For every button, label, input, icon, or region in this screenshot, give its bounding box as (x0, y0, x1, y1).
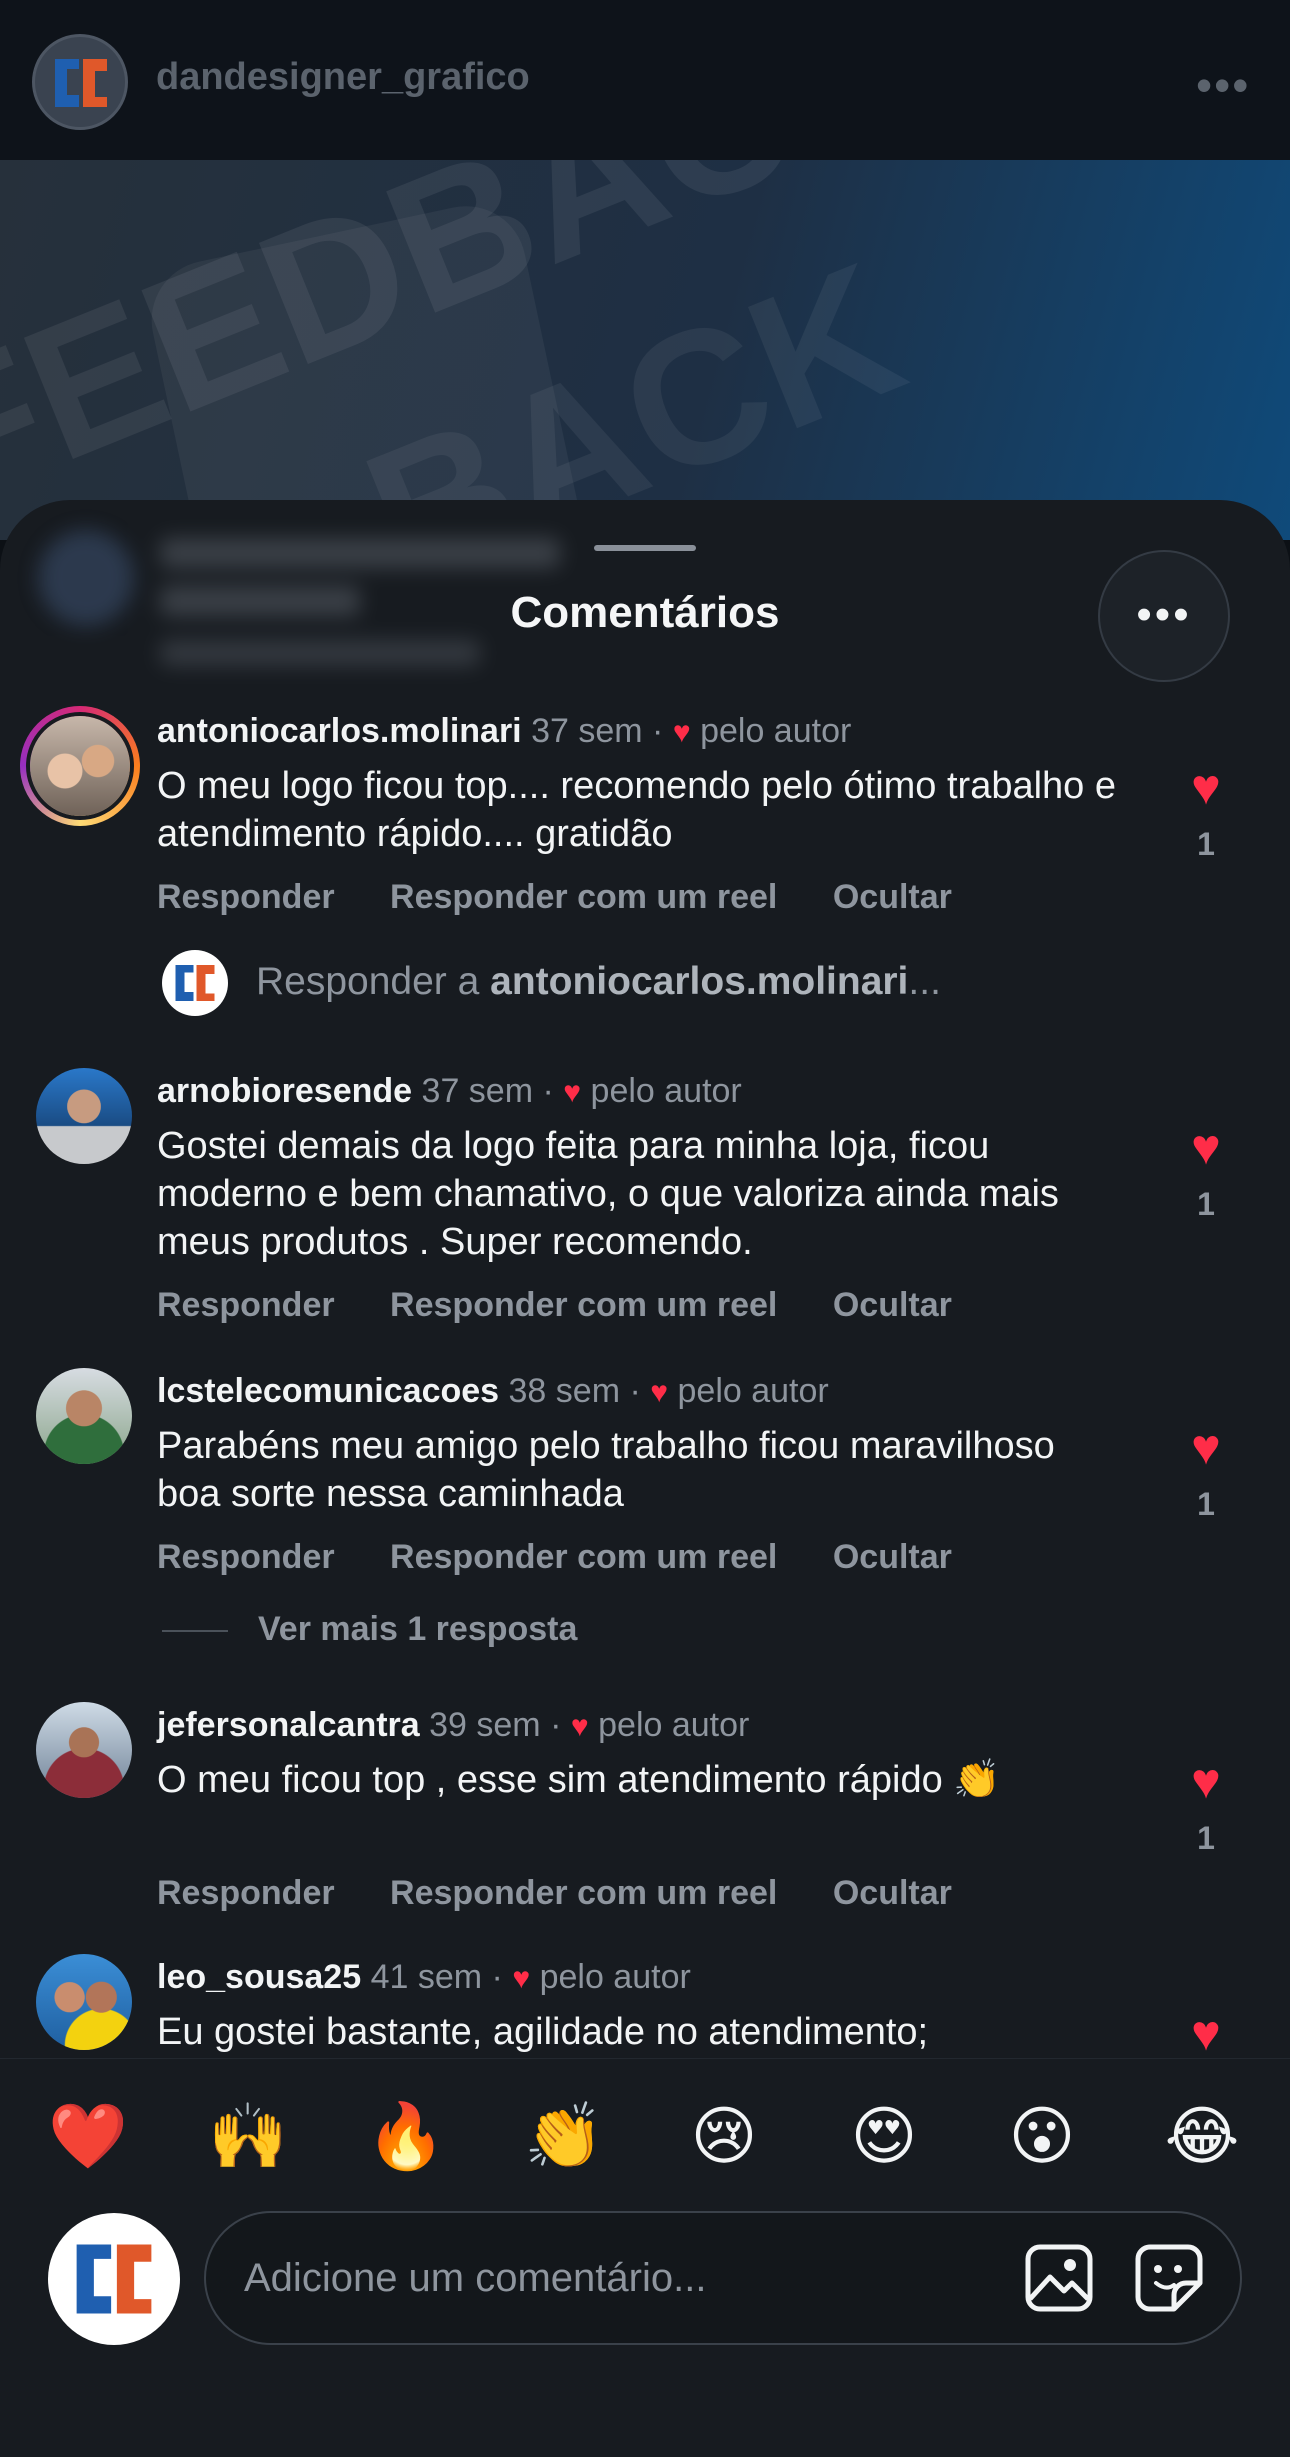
post-header: dandesigner_grafico ••• (0, 0, 1290, 160)
comment-actions: Responder Responder com um reel Ocultar (157, 1286, 998, 1325)
comment-text: O meu logo ficou top.... recomendo pelo … (157, 765, 1116, 855)
reply-button[interactable]: Responder (157, 878, 335, 916)
comment-text: Gostei demais da logo feita para minha l… (157, 1125, 1059, 1263)
comment-username[interactable]: arnobioresende (157, 1072, 412, 1110)
comment-header: arnobioresende 37 sem · ♥ pelo autor (157, 1072, 742, 1110)
sheet-more-button[interactable]: ••• (1098, 550, 1230, 682)
liked-by-author: pelo autor (598, 1706, 750, 1744)
heart-icon[interactable]: ♥ (1178, 2008, 1234, 2058)
comment-actions: Responder Responder com um reel Ocultar (157, 1874, 998, 1913)
liked-by-author: pelo autor (590, 1072, 742, 1110)
comment-header: leo_sousa25 41 sem · ♥ pelo autor (157, 1958, 691, 1996)
liked-by-author: pelo autor (677, 1372, 829, 1410)
comment-like[interactable]: ♥ 1 (1178, 1422, 1234, 1523)
comment-time: 37 sem (531, 712, 643, 750)
liked-by-author: pelo autor (700, 712, 852, 750)
comment-actions: Responder Responder com um reel Ocultar (157, 1538, 998, 1577)
comment-header: jefersonalcantra 39 sem · ♥ pelo autor (157, 1706, 750, 1744)
comment-time: 37 sem (421, 1072, 534, 1110)
emoji-clap[interactable]: 👏 (524, 2097, 604, 2177)
comment-header: antoniocarlos.molinari 37 sem · ♥ pelo a… (157, 712, 852, 750)
author-username[interactable]: dandesigner_grafico (156, 56, 530, 99)
comment-like[interactable]: ♥ 1 (1178, 762, 1234, 863)
author-heart-icon: ♥ (512, 1962, 531, 1995)
emoji-heart[interactable]: ❤️ (48, 2097, 128, 2177)
comment-username[interactable]: lcstelecomunicacoes (157, 1372, 499, 1410)
more-horizontal-icon[interactable]: ••• (1196, 58, 1250, 112)
comment-like[interactable]: ♥ 1 (1178, 1756, 1234, 1857)
commenter-avatar[interactable] (36, 1954, 132, 2050)
comment-text: Parabéns meu amigo pelo trabalho ficou m… (157, 1425, 1055, 1515)
liked-by-author: pelo autor (539, 1958, 691, 1996)
commenter-avatar[interactable] (20, 706, 140, 826)
sheet-title: Comentários (510, 588, 780, 637)
emoji-crying[interactable]: 😢 (684, 2097, 764, 2177)
post-image: FEEDBACK BACK (0, 160, 1290, 540)
reply-button[interactable]: Responder (157, 1538, 335, 1576)
heart-icon[interactable]: ♥ (1178, 1756, 1234, 1806)
hide-button[interactable]: Ocultar (833, 1538, 952, 1576)
reply-with-reel-button[interactable]: Responder com um reel (390, 1538, 777, 1576)
sticker-icon[interactable] (1134, 2243, 1204, 2313)
author-heart-icon: ♥ (563, 1076, 582, 1109)
comment-input[interactable] (244, 2243, 984, 2313)
like-count: 1 (1197, 1486, 1215, 1522)
emoji-surprised[interactable]: 😮 (1002, 2097, 1082, 2177)
sheet-drag-handle[interactable] (594, 545, 696, 551)
emoji-raised-hands[interactable]: 🙌 (208, 2097, 288, 2177)
commenter-avatar[interactable] (36, 1702, 132, 1798)
author-avatar[interactable] (32, 34, 128, 130)
like-count: 1 (1197, 826, 1215, 862)
hide-button[interactable]: Ocultar (833, 1874, 952, 1912)
comment-username[interactable]: leo_sousa25 (157, 1958, 361, 1996)
like-count: 1 (1197, 1186, 1215, 1222)
commenter-avatar[interactable] (36, 1368, 132, 1464)
emoji-laughing[interactable]: 😂 (1162, 2097, 1242, 2177)
image-icon[interactable] (1024, 2243, 1094, 2313)
comment-composer: ❤️ 🙌 🔥 👏 😢 😍 😮 😂 (0, 2058, 1290, 2457)
emoji-heart-eyes[interactable]: 😍 (844, 2097, 924, 2177)
heart-icon[interactable]: ♥ (1178, 1422, 1234, 1472)
view-more-replies[interactable]: Ver mais 1 resposta (162, 1610, 577, 1649)
reply-with-reel-button[interactable]: Responder com um reel (390, 1874, 777, 1912)
comment-time: 41 sem (370, 1958, 483, 1996)
author-heart-icon: ♥ (650, 1376, 669, 1409)
my-avatar (48, 2213, 180, 2345)
like-count: 1 (1197, 1820, 1215, 1856)
comment-input-wrapper (204, 2211, 1242, 2345)
more-horizontal-icon: ••• (1136, 590, 1192, 639)
reply-prompt-text[interactable]: Responder a antoniocarlos.molinari... (256, 960, 941, 1004)
comment-header: lcstelecomunicacoes 38 sem · ♥ pelo auto… (157, 1372, 829, 1410)
heart-icon[interactable]: ♥ (1178, 1122, 1234, 1172)
author-heart-icon: ♥ (672, 716, 691, 749)
hide-button[interactable]: Ocultar (833, 878, 952, 916)
comment-username[interactable]: jefersonalcantra (157, 1706, 420, 1744)
reply-button[interactable]: Responder (157, 1874, 335, 1912)
hide-button[interactable]: Ocultar (833, 1286, 952, 1324)
comment-time: 39 sem (429, 1706, 541, 1744)
reply-button[interactable]: Responder (157, 1286, 335, 1324)
author-heart-icon: ♥ (570, 1710, 589, 1743)
comment-actions: Responder Responder com um reel Ocultar (157, 878, 998, 917)
comment-like[interactable]: ♥ (1178, 2008, 1234, 2058)
comment-text: O meu ficou top , esse sim atendimento r… (157, 1759, 1001, 1801)
commenter-avatar[interactable] (36, 1068, 132, 1164)
comment-time: 38 sem (508, 1372, 621, 1410)
comment-text: Eu gostei bastante, agilidade no atendim… (157, 2011, 929, 2053)
comment-like[interactable]: ♥ 1 (1178, 1122, 1234, 1223)
reply-with-reel-button[interactable]: Responder com um reel (390, 1286, 777, 1324)
my-avatar (162, 950, 228, 1016)
heart-icon[interactable]: ♥ (1178, 762, 1234, 812)
comment-username[interactable]: antoniocarlos.molinari (157, 712, 522, 750)
reply-with-reel-button[interactable]: Responder com um reel (390, 878, 777, 916)
emoji-fire[interactable]: 🔥 (366, 2097, 446, 2177)
